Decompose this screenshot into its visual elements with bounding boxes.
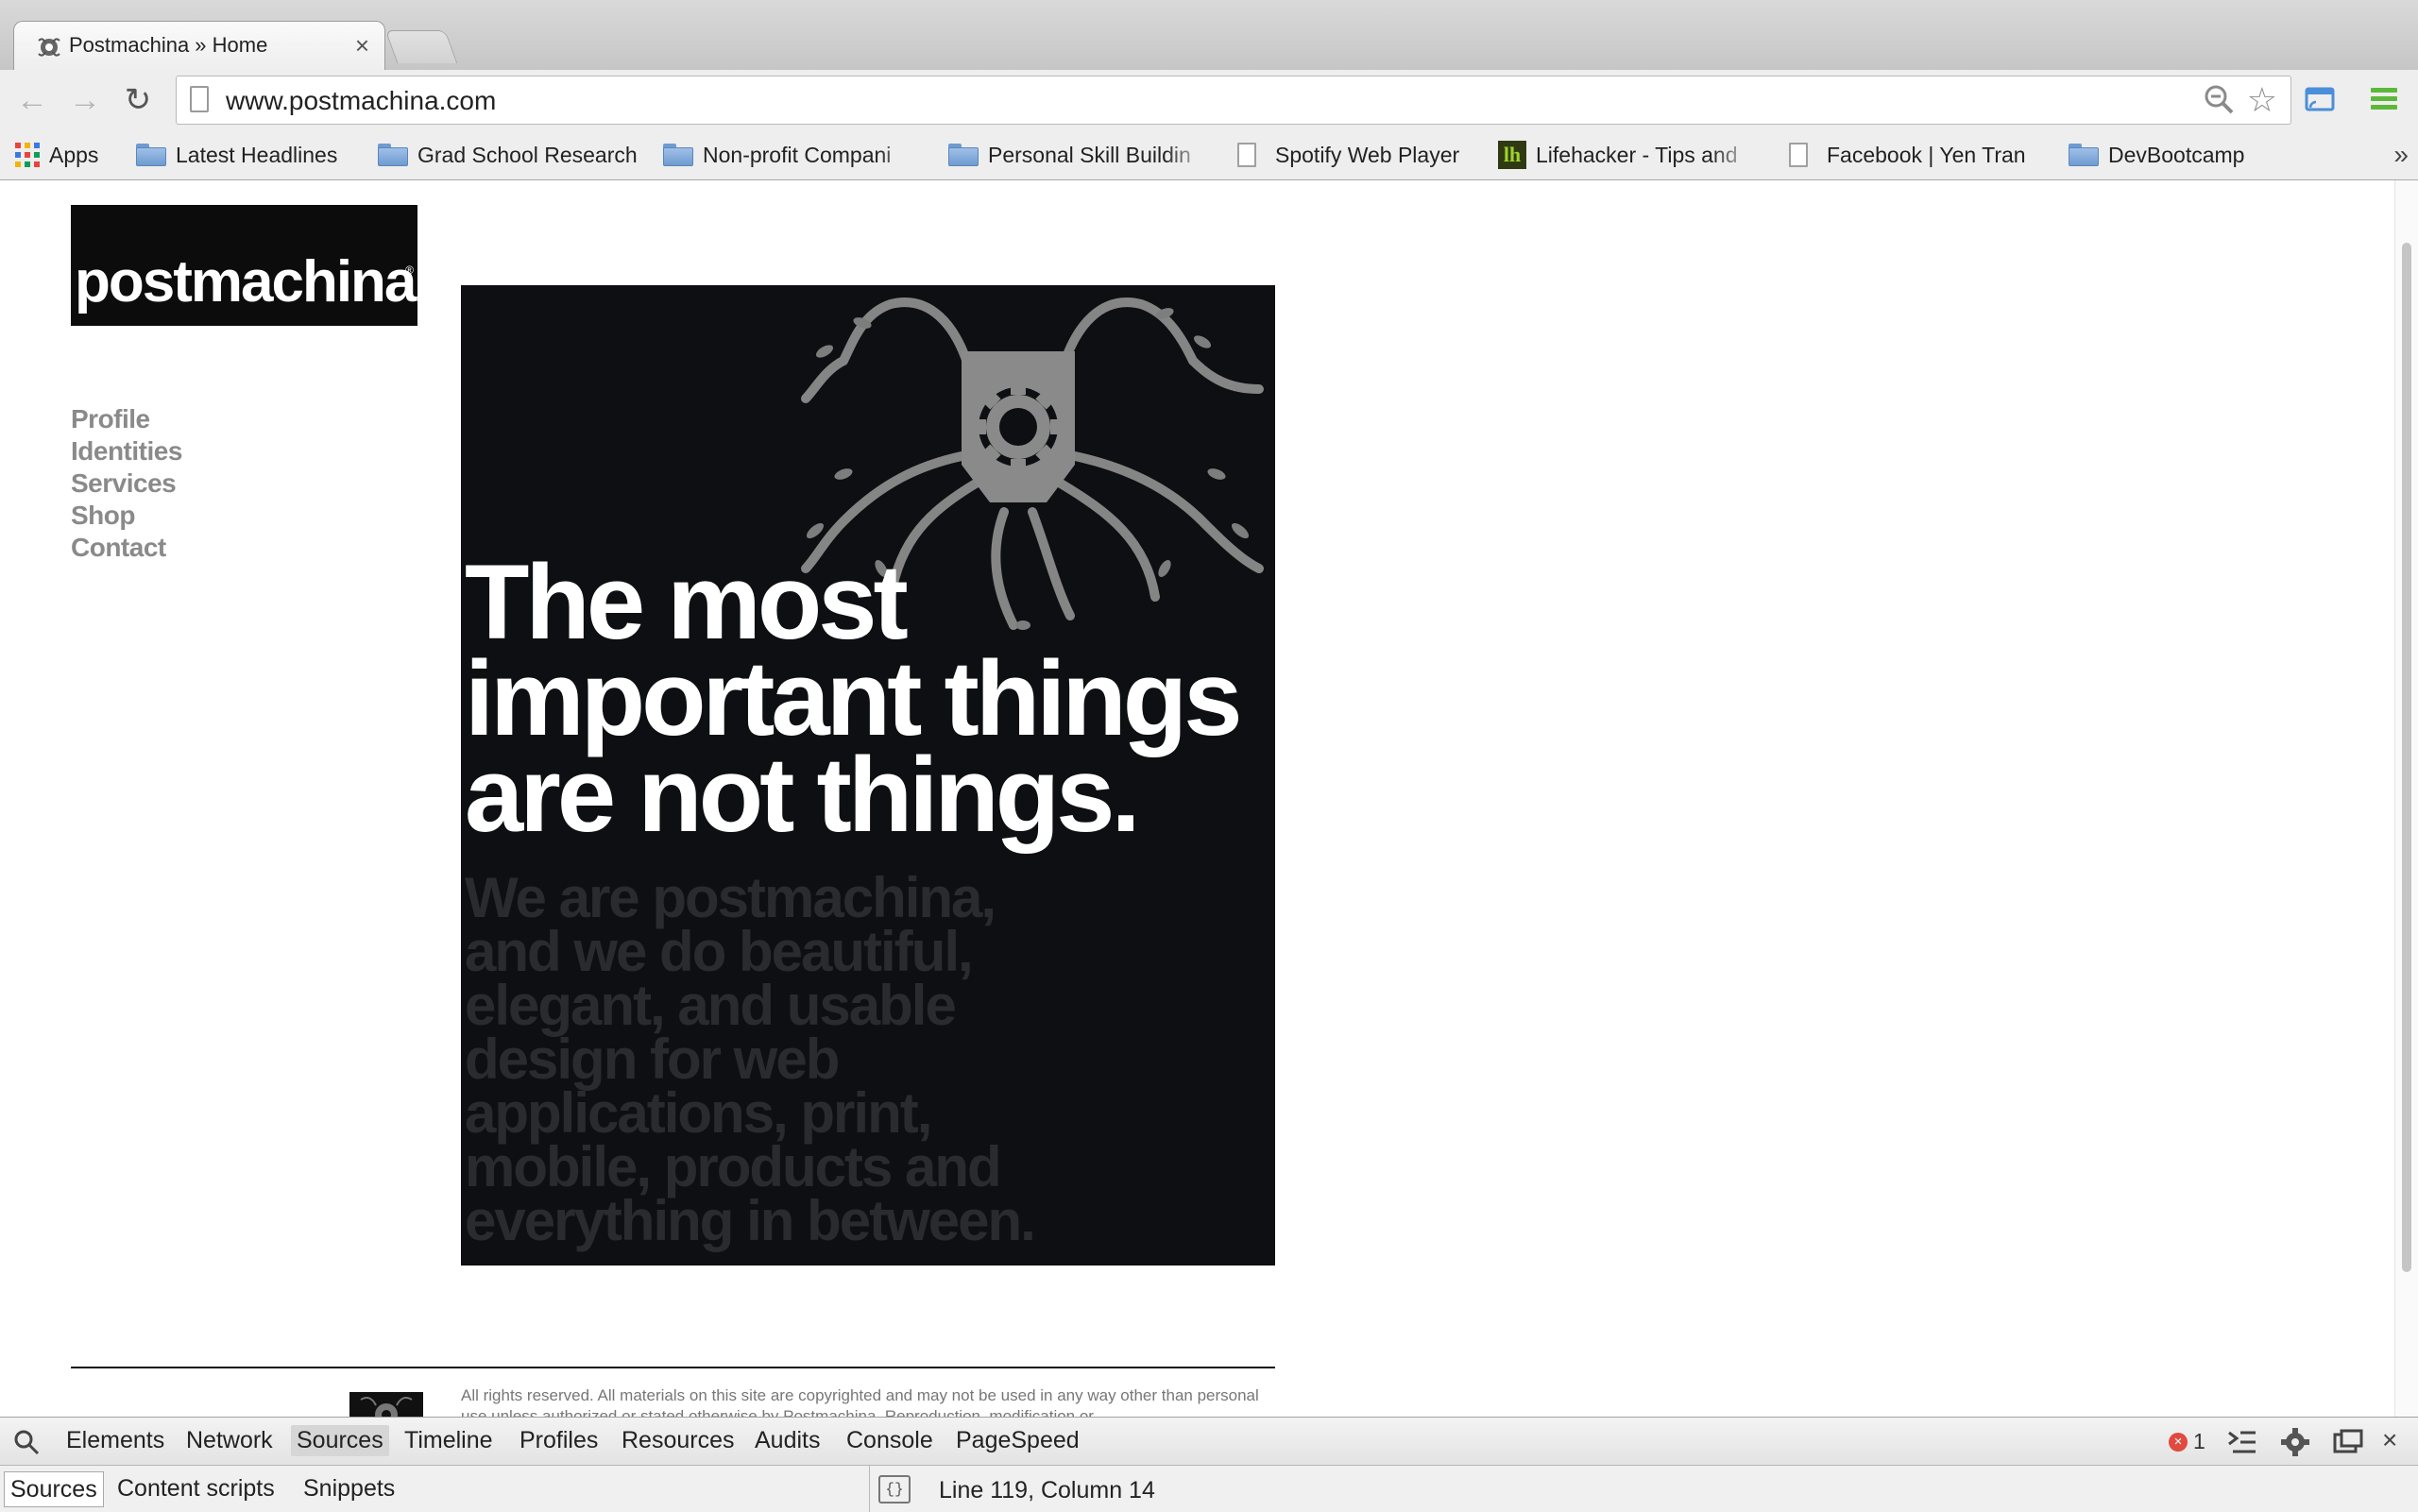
nav-link-shop[interactable]: Shop — [71, 500, 182, 532]
bookmark-spotify-web-player[interactable]: Spotify Web Player — [1237, 138, 1459, 172]
page-icon — [1789, 143, 1808, 167]
page-icon — [1237, 143, 1256, 167]
nav-link-contact[interactable]: Contact — [71, 532, 182, 564]
devtools-tab-resources[interactable]: Resources — [622, 1427, 735, 1454]
nav-link-identities[interactable]: Identities — [71, 435, 182, 467]
footer-divider — [71, 1367, 1275, 1368]
folder-icon — [948, 144, 979, 166]
bookmark-label: Spotify Web Player — [1275, 142, 1460, 167]
browser-tab[interactable]: Postmachina » Home × — [13, 21, 385, 71]
chrome-menu-icon[interactable] — [2369, 85, 2399, 113]
nav-link-profile[interactable]: Profile — [71, 403, 182, 435]
browser-toolbar: ← → ↻ www.postmachina.com ☆ — [0, 70, 2418, 130]
logo-text: postmachina — [75, 249, 417, 314]
zoom-icon[interactable] — [2202, 82, 2236, 116]
bookmark-apps[interactable]: Apps — [15, 138, 98, 172]
subtab-content-scripts[interactable]: Content scripts — [117, 1471, 275, 1505]
folder-icon — [136, 144, 166, 166]
subtab-snippets[interactable]: Snippets — [303, 1471, 395, 1505]
bookmark-label: Lifehacker - Tips and — [1536, 142, 1738, 167]
cursor-position-status: Line 119, Column 14 — [939, 1477, 1155, 1504]
cast-extension-icon[interactable] — [2305, 85, 2335, 113]
bookmark-label: Apps — [49, 142, 99, 167]
subtab-sources[interactable]: Sources — [4, 1471, 104, 1507]
pretty-print-icon[interactable]: {} — [878, 1475, 911, 1504]
bookmark-label: DevBootcamp — [2108, 142, 2245, 167]
forward-button[interactable]: → — [66, 81, 104, 119]
folder-icon — [378, 144, 408, 166]
scrollbar-thumb[interactable] — [2402, 243, 2411, 1272]
bookmarks-bar: Apps Latest Headlines Grad School Resear… — [0, 130, 2418, 180]
bookmarks-overflow-chevron-icon[interactable]: » — [2393, 140, 2409, 170]
back-button[interactable]: ← — [13, 81, 51, 119]
devtools-tab-timeline[interactable]: Timeline — [404, 1427, 493, 1454]
folder-icon — [2069, 144, 2099, 166]
bookmark-label: Non-profit Compani — [703, 142, 892, 167]
footer-copyright: All rights reserved. All materials on th… — [461, 1386, 1259, 1417]
dock-toggle-icon[interactable] — [2333, 1429, 2363, 1455]
hero-headline: The most important things are not things… — [465, 543, 1242, 854]
tab-close-icon[interactable]: × — [355, 31, 369, 60]
bookmark-star-icon[interactable]: ☆ — [2247, 80, 2277, 120]
devtools-tab-elements[interactable]: Elements — [66, 1427, 164, 1454]
devtools-tab-profiles[interactable]: Profiles — [519, 1427, 598, 1454]
footer-logo-mark-icon — [349, 1392, 423, 1417]
devtools-tab-audits[interactable]: Audits — [755, 1427, 820, 1454]
hero-banner: The most important things are not things… — [461, 285, 1275, 1266]
folder-icon — [663, 144, 693, 166]
bookmark-latest-headlines[interactable]: Latest Headlines — [136, 138, 337, 172]
url-text[interactable]: www.postmachina.com — [226, 86, 496, 116]
site-nav: Profile Identities Services Shop Contact — [71, 403, 182, 564]
devtools-tab-pagespeed[interactable]: PageSpeed — [956, 1427, 1080, 1454]
tab-title: Postmachina » Home — [69, 33, 268, 57]
bookmark-non-profit-companies[interactable]: Non-profit Compani — [663, 138, 922, 172]
address-bar[interactable]: www.postmachina.com ☆ — [176, 76, 2291, 125]
bookmark-facebook[interactable]: Facebook | Yen Tran — [1789, 138, 2026, 172]
search-icon[interactable] — [13, 1429, 40, 1455]
settings-gear-icon[interactable] — [2280, 1427, 2310, 1457]
error-count: 1 — [2193, 1429, 2205, 1453]
devtools-tab-console[interactable]: Console — [846, 1427, 933, 1454]
new-tab-button[interactable] — [384, 30, 458, 63]
devtools-tab-network[interactable]: Network — [186, 1427, 273, 1454]
bookmark-lifehacker[interactable]: lh Lifehacker - Tips and — [1498, 138, 1755, 172]
postmachina-favicon-icon — [38, 38, 60, 57]
apps-grid-icon — [15, 143, 40, 167]
bookmark-devbootcamp[interactable]: DevBootcamp — [2069, 138, 2244, 172]
bookmark-label: Latest Headlines — [176, 142, 338, 167]
bookmark-label: Grad School Research — [417, 142, 638, 167]
page-scrollbar[interactable] — [2394, 180, 2418, 1417]
logo-registered-mark: ® — [405, 263, 414, 277]
bookmark-grad-school-research[interactable]: Grad School Research — [378, 138, 638, 172]
browser-tab-strip: Postmachina » Home × — [0, 0, 2418, 71]
reload-button[interactable]: ↻ — [119, 81, 157, 119]
bookmark-label: Facebook | Yen Tran — [1827, 142, 2026, 167]
bookmark-label: Personal Skill Buildin — [988, 142, 1191, 167]
page-icon — [190, 86, 209, 112]
error-counter[interactable]: × 1 — [2169, 1429, 2205, 1454]
lifehacker-icon: lh — [1498, 141, 1526, 169]
devtools-sources-subbar: Sources Content scripts Snippets {} Line… — [0, 1466, 2418, 1512]
devtools-tab-bar: Elements Network Sources Timeline Profil… — [0, 1418, 2418, 1466]
console-drawer-icon[interactable] — [2227, 1429, 2257, 1455]
hero-subtext: We are postmachina, and we do beautiful,… — [465, 866, 1036, 1252]
devtools-panel: Elements Network Sources Timeline Profil… — [0, 1417, 2418, 1512]
devtools-close-icon[interactable]: × — [2382, 1425, 2397, 1455]
nav-link-services[interactable]: Services — [71, 467, 182, 500]
pane-divider[interactable] — [869, 1466, 870, 1512]
site-logo[interactable]: postmachina ® — [71, 205, 417, 326]
page-viewport: postmachina ® Profile Identities Service… — [0, 180, 2418, 1417]
error-icon: × — [2169, 1432, 2188, 1452]
devtools-tab-sources[interactable]: Sources — [291, 1425, 389, 1456]
bookmark-personal-skill-building[interactable]: Personal Skill Buildin — [948, 138, 1209, 172]
